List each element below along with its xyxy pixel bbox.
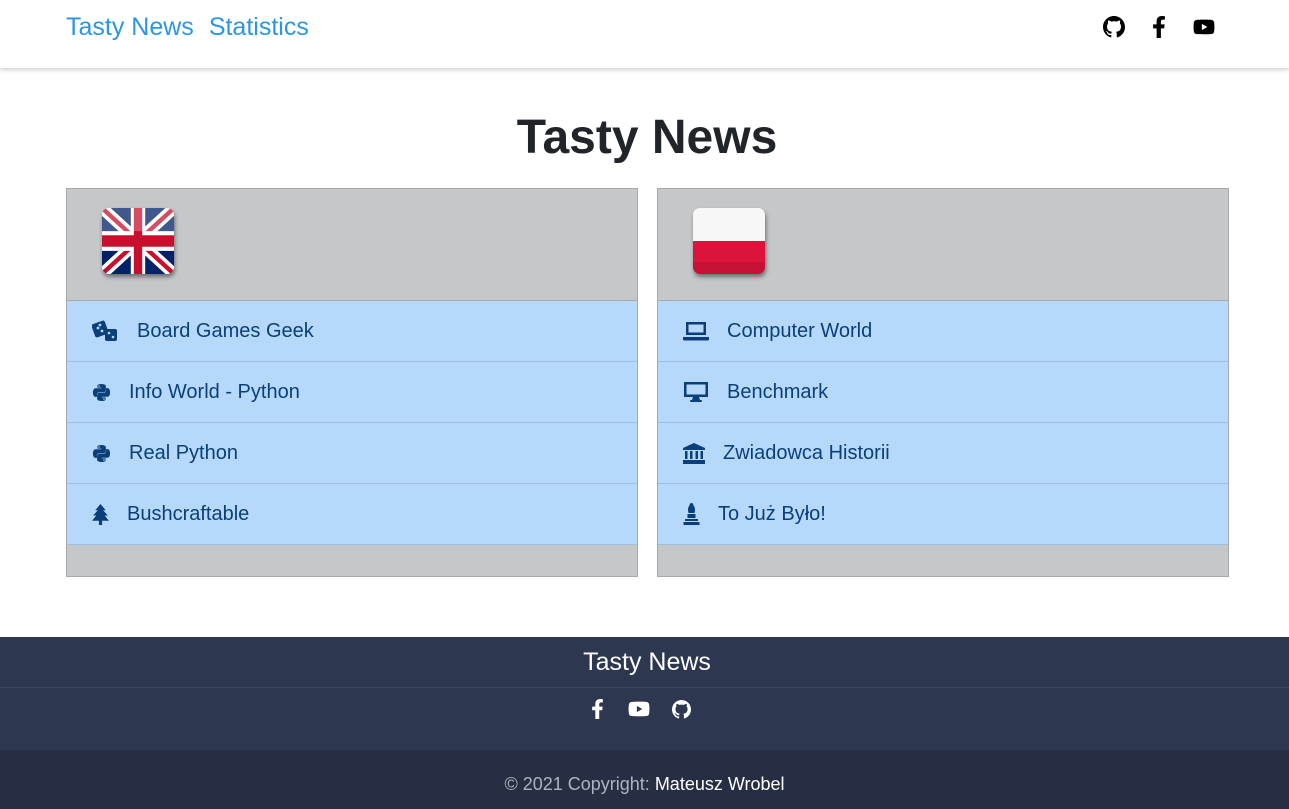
list-item-zwiadowca-historii[interactable]: Zwiadowca Historii [658, 423, 1228, 484]
dice-icon [92, 320, 119, 342]
footer-social-icons [585, 697, 693, 721]
monitor-icon [683, 381, 709, 403]
nav-link-statistics[interactable]: Statistics [209, 12, 309, 42]
polish-news-card: Computer World Benchmark Zwiadowca Histo… [657, 188, 1229, 577]
list-item-label: Info World - Python [129, 381, 300, 403]
footer-divider [0, 687, 1289, 688]
navbar: Tasty News Statistics [0, 0, 1289, 68]
footer: Tasty News [0, 637, 1289, 750]
youtube-icon[interactable] [627, 697, 651, 721]
list-item-label: Real Python [129, 442, 238, 464]
english-sources-list: Board Games Geek Info World - Python Rea… [67, 301, 637, 545]
uk-flag [102, 208, 174, 274]
list-item-label: Zwiadowca Historii [723, 442, 890, 464]
footer-copyright-bar: © 2021 Copyright: Mateusz Wrobel [0, 750, 1289, 809]
python-icon [92, 383, 111, 402]
list-item-label: Computer World [727, 320, 873, 342]
list-item-bushcraftable[interactable]: Bushcraftable [67, 484, 637, 545]
list-item-label: Board Games Geek [137, 320, 314, 342]
polish-sources-list: Computer World Benchmark Zwiadowca Histo… [658, 301, 1228, 545]
list-item-board-games-geek[interactable]: Board Games Geek [67, 301, 637, 362]
card-header [658, 189, 1228, 301]
chess-icon [683, 503, 700, 525]
list-item-label: Bushcraftable [127, 503, 250, 525]
nav-links: Tasty News Statistics [66, 12, 309, 42]
copyright-prefix: © 2021 Copyright: [504, 774, 655, 794]
python-icon [92, 444, 111, 463]
tree-icon [92, 503, 109, 525]
laptop-icon [683, 321, 709, 341]
list-item-to-juz-bylo[interactable]: To Już Było! [658, 484, 1228, 545]
landmark-icon [683, 442, 705, 464]
english-news-card: Board Games Geek Info World - Python Rea… [66, 188, 638, 577]
page-title: Tasty News [516, 111, 778, 164]
copyright-text: © 2021 Copyright: Mateusz Wrobel [0, 750, 1289, 795]
facebook-icon[interactable] [1147, 14, 1171, 40]
author-link[interactable]: Mateusz Wrobel [655, 774, 785, 794]
youtube-icon[interactable] [1192, 14, 1216, 40]
list-item-benchmark[interactable]: Benchmark [658, 362, 1228, 423]
list-item-info-world-python[interactable]: Info World - Python [67, 362, 637, 423]
nav-social-icons [1102, 14, 1216, 40]
list-item-label: To Już Było! [718, 503, 826, 525]
nav-link-home[interactable]: Tasty News [66, 12, 194, 42]
list-item-real-python[interactable]: Real Python [67, 423, 637, 484]
list-item-computer-world[interactable]: Computer World [658, 301, 1228, 362]
github-icon[interactable] [1102, 14, 1126, 40]
poland-flag [693, 208, 765, 274]
list-item-label: Benchmark [727, 381, 829, 403]
card-header [67, 189, 637, 301]
facebook-icon[interactable] [585, 697, 609, 721]
github-icon[interactable] [669, 697, 693, 721]
footer-title: Tasty News [583, 648, 711, 676]
